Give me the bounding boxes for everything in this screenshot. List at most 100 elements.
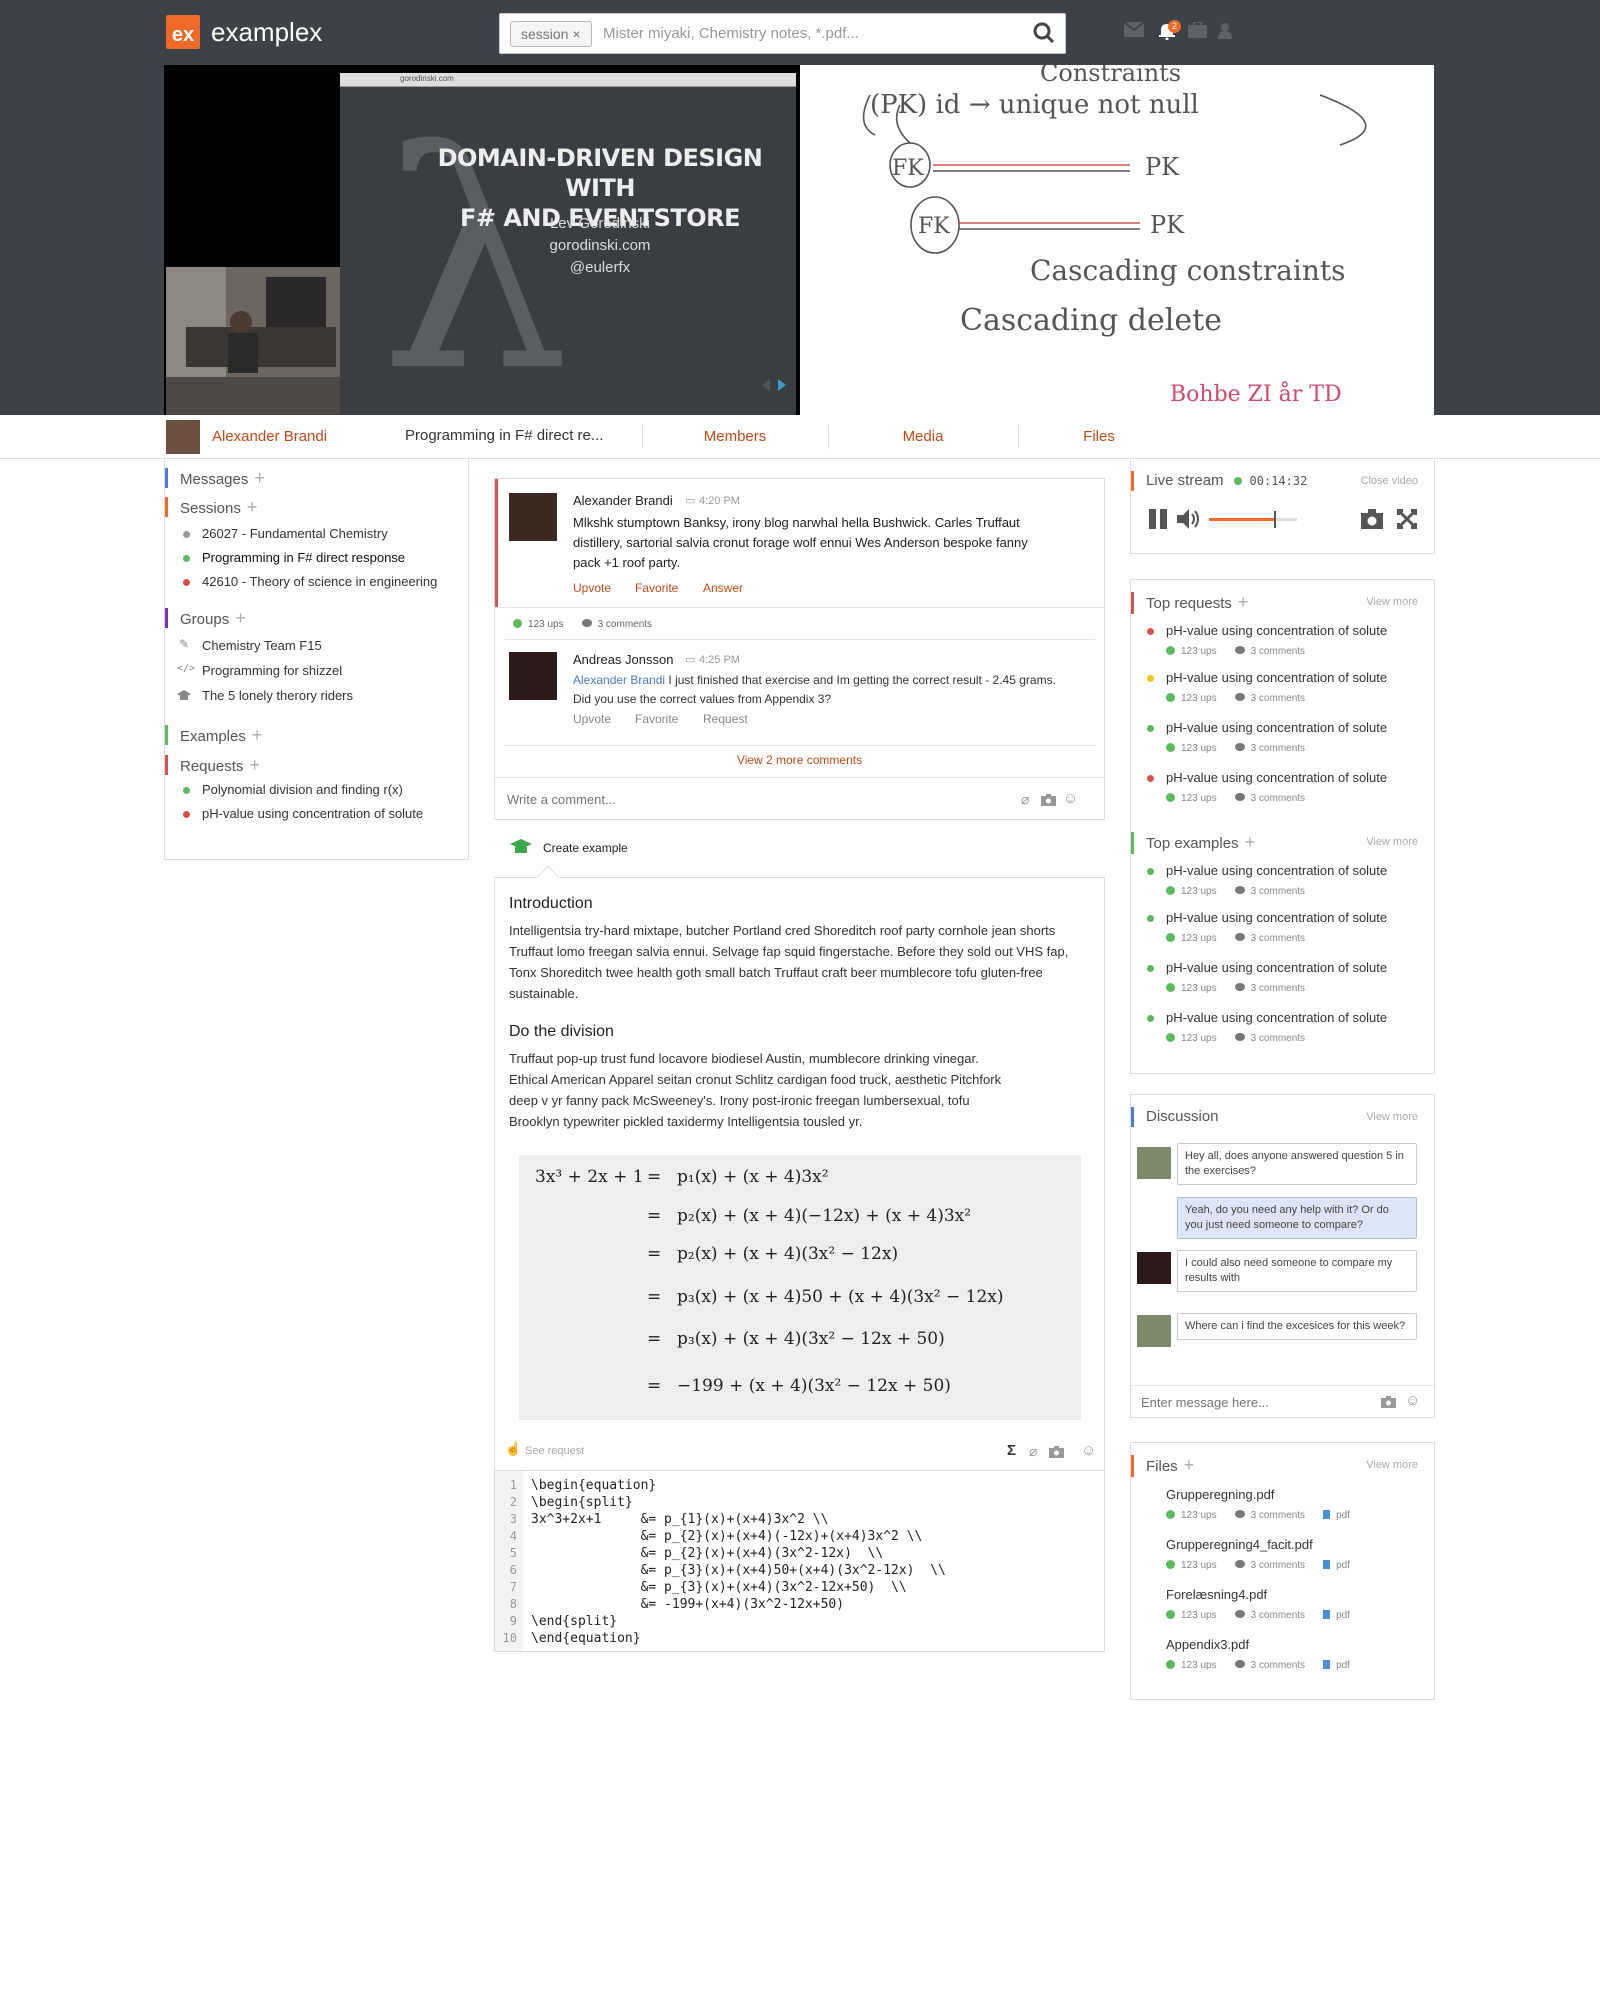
comments-count[interactable]: 3 comments xyxy=(598,619,652,630)
view-more-comments-link[interactable]: View 2 more comments xyxy=(495,753,1104,767)
comments-count[interactable]: 3 comments xyxy=(1251,1510,1305,1521)
sidebar-section-sessions[interactable]: Sessions + xyxy=(165,497,257,517)
post-author[interactable]: Alexander Brandi xyxy=(573,493,673,508)
file-name[interactable]: Forelæsning4.pdf xyxy=(1166,1587,1267,1602)
list-item[interactable]: pH-value using concentration of solute xyxy=(1166,863,1387,878)
upvote-button[interactable]: Upvote xyxy=(573,712,611,726)
comments-count[interactable]: 3 comments xyxy=(1251,1033,1305,1044)
sidebar-item-request[interactable]: Polynomial division and finding r(x) xyxy=(202,782,403,797)
avatar[interactable] xyxy=(166,420,200,454)
sidebar-item-session[interactable]: Programming in F# direct response xyxy=(202,550,405,565)
comments-count[interactable]: 3 comments xyxy=(1251,983,1305,994)
mail-icon[interactable] xyxy=(1124,22,1144,37)
file-name[interactable]: Grupperegning4_facit.pdf xyxy=(1166,1537,1313,1552)
slide-nav-icon[interactable] xyxy=(760,373,788,397)
avatar[interactable] xyxy=(1137,1147,1171,1179)
avatar[interactable] xyxy=(1137,1252,1171,1284)
emoji-icon[interactable]: ☺ xyxy=(1405,1392,1420,1409)
tab-members[interactable]: Members xyxy=(642,415,828,459)
comment-input[interactable] xyxy=(507,786,987,812)
add-icon[interactable]: + xyxy=(249,755,260,775)
avatar[interactable] xyxy=(509,493,557,541)
request-button[interactable]: Request xyxy=(703,712,748,726)
add-icon[interactable]: + xyxy=(252,725,263,745)
emoji-icon[interactable]: ☺ xyxy=(1063,790,1078,807)
search-icon[interactable] xyxy=(1033,22,1055,44)
sidebar-item-group[interactable]: Chemistry Team F15 xyxy=(202,638,322,653)
comments-count[interactable]: 3 comments xyxy=(1251,1610,1305,1621)
comments-count[interactable]: 3 comments xyxy=(1251,793,1305,804)
mention-link[interactable]: Alexander Brandi xyxy=(573,673,665,687)
pause-icon[interactable] xyxy=(1149,509,1167,529)
file-name[interactable]: Grupperegning.pdf xyxy=(1166,1487,1274,1502)
add-icon[interactable]: + xyxy=(247,497,258,517)
camera-icon[interactable] xyxy=(1041,794,1056,806)
list-item[interactable]: pH-value using concentration of solute xyxy=(1166,670,1387,685)
sidebar-item-session[interactable]: 26027 - Fundamental Chemistry xyxy=(202,526,388,541)
app-name[interactable]: examplex xyxy=(211,15,322,49)
logo[interactable]: ex xyxy=(166,15,200,49)
avatar[interactable] xyxy=(509,652,557,700)
code-editor[interactable]: 1 2 3 4 5 6 7 8 9 10 \begin{equation} \b… xyxy=(495,1470,1104,1651)
add-icon[interactable]: + xyxy=(1238,592,1249,612)
favorite-button[interactable]: Favorite xyxy=(635,581,678,595)
view-more-link[interactable]: View more xyxy=(1366,1111,1418,1123)
answer-button[interactable]: Answer xyxy=(703,581,743,595)
volume-icon[interactable] xyxy=(1177,509,1201,529)
sidebar-section-messages[interactable]: Messages + xyxy=(165,468,265,488)
session-user-name[interactable]: Alexander Brandi xyxy=(212,428,327,445)
comments-count[interactable]: 3 comments xyxy=(1251,743,1305,754)
reply-author[interactable]: Andreas Jonsson xyxy=(573,652,673,667)
attach-icon[interactable]: ⌀ xyxy=(1029,1443,1037,1460)
camera-icon[interactable] xyxy=(1381,1396,1396,1408)
list-item[interactable]: pH-value using concentration of solute xyxy=(1166,1010,1387,1025)
comments-count[interactable]: 3 comments xyxy=(1251,886,1305,897)
view-more-link[interactable]: View more xyxy=(1366,1459,1418,1471)
sidebar-section-groups[interactable]: Groups + xyxy=(165,608,246,628)
search-input[interactable] xyxy=(603,14,1023,53)
session-title[interactable]: Programming in F# direct re... xyxy=(405,427,603,444)
briefcase-icon[interactable] xyxy=(1188,22,1207,38)
list-item[interactable]: pH-value using concentration of solute xyxy=(1166,960,1387,975)
view-more-link[interactable]: View more xyxy=(1366,596,1418,608)
sidebar-item-group[interactable]: The 5 lonely therory riders xyxy=(202,688,353,703)
close-video-button[interactable]: Close video xyxy=(1361,475,1418,487)
attach-icon[interactable]: ⌀ xyxy=(1021,791,1029,808)
sidebar-item-request[interactable]: pH-value using concentration of solute xyxy=(202,806,423,821)
see-request-link[interactable]: See request xyxy=(525,1445,584,1457)
sidebar-section-requests[interactable]: Requests + xyxy=(165,755,260,775)
list-item[interactable]: pH-value using concentration of solute xyxy=(1166,770,1387,785)
add-icon[interactable]: + xyxy=(1245,832,1256,852)
favorite-button[interactable]: Favorite xyxy=(635,712,678,726)
camera-icon[interactable] xyxy=(1361,509,1383,529)
fullscreen-icon[interactable] xyxy=(1397,509,1417,529)
sidebar-section-examples[interactable]: Examples + xyxy=(165,725,262,745)
emoji-icon[interactable]: ☺ xyxy=(1081,1442,1096,1459)
camera-icon[interactable] xyxy=(1049,1446,1064,1458)
add-icon[interactable]: + xyxy=(254,468,265,488)
list-item[interactable]: pH-value using concentration of solute xyxy=(1166,910,1387,925)
comments-count[interactable]: 3 comments xyxy=(1251,1560,1305,1571)
comments-count[interactable]: 3 comments xyxy=(1251,933,1305,944)
avatar[interactable] xyxy=(1137,1315,1171,1347)
create-example-button[interactable]: Create example xyxy=(543,841,628,855)
chat-input[interactable] xyxy=(1141,1389,1361,1415)
list-item[interactable]: pH-value using concentration of solute xyxy=(1166,720,1387,735)
user-icon[interactable] xyxy=(1218,22,1232,39)
comments-count[interactable]: 3 comments xyxy=(1251,646,1305,657)
volume-handle[interactable] xyxy=(1274,511,1276,528)
file-name[interactable]: Appendix3.pdf xyxy=(1166,1637,1249,1652)
add-icon[interactable]: + xyxy=(235,608,246,628)
add-icon[interactable]: + xyxy=(1184,1455,1195,1475)
view-more-link[interactable]: View more xyxy=(1366,836,1418,848)
tab-media[interactable]: Media xyxy=(828,415,1018,459)
sidebar-item-group[interactable]: Programming for shizzel xyxy=(202,663,342,678)
list-item[interactable]: pH-value using concentration of solute xyxy=(1166,623,1387,638)
search-filter-chip[interactable]: session × xyxy=(510,21,592,47)
sidebar-item-session[interactable]: 42610 - Theory of science in engineering xyxy=(202,574,437,589)
upvote-button[interactable]: Upvote xyxy=(573,581,611,595)
sigma-icon[interactable]: Σ xyxy=(1007,1442,1016,1459)
tab-files[interactable]: Files xyxy=(1018,415,1180,459)
comments-count[interactable]: 3 comments xyxy=(1251,1660,1305,1671)
volume-slider[interactable] xyxy=(1209,511,1297,528)
